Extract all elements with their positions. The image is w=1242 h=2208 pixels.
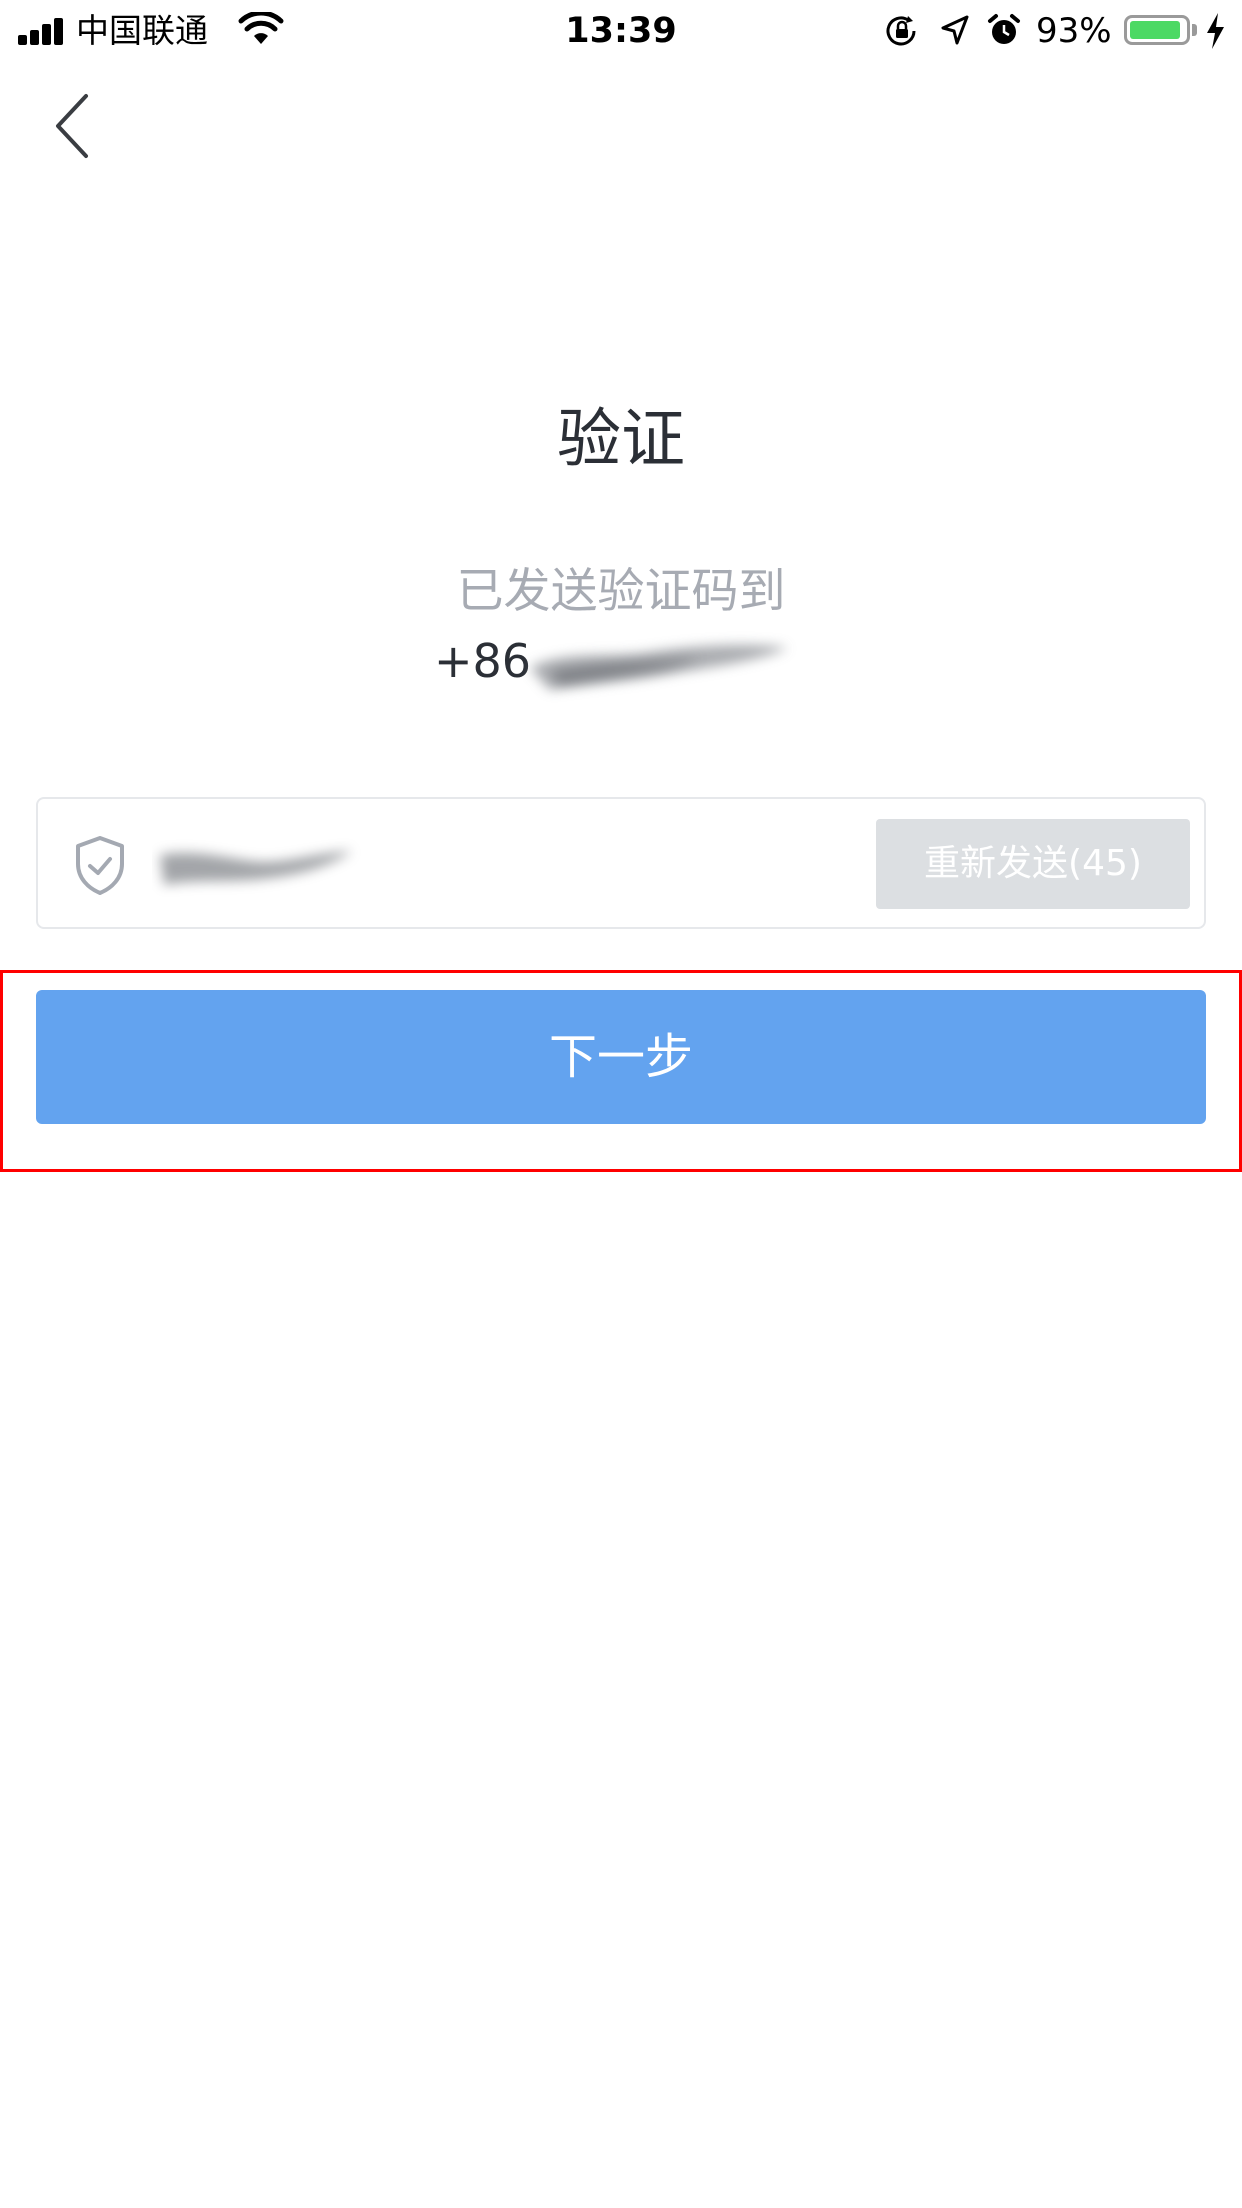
verification-code-field[interactable]: 重新发送(45) — [36, 797, 1206, 929]
alarm-icon — [988, 14, 1020, 44]
next-step-button[interactable]: 下一步 — [36, 990, 1206, 1124]
country-code: +86 — [434, 634, 532, 688]
status-bar: 中国联通 13:39 93% — [0, 0, 1242, 62]
back-button[interactable] — [44, 88, 104, 168]
code-sent-hint: 已发送验证码到 — [456, 564, 786, 619]
rotation-lock-icon — [886, 16, 916, 46]
location-icon — [941, 15, 969, 45]
resend-code-button[interactable]: 重新发送(45) — [876, 819, 1190, 909]
battery-percent: 93% — [1036, 11, 1112, 51]
verification-code-redacted — [160, 851, 352, 885]
battery-fill — [1130, 21, 1180, 39]
chevron-left-icon — [56, 94, 88, 158]
page-title: 验证 — [557, 403, 685, 477]
battery-nub — [1192, 24, 1197, 36]
battery-icon — [1124, 15, 1190, 45]
shield-check-icon — [76, 836, 124, 895]
charging-icon — [1207, 13, 1224, 49]
phone-number-redacted — [530, 645, 788, 690]
